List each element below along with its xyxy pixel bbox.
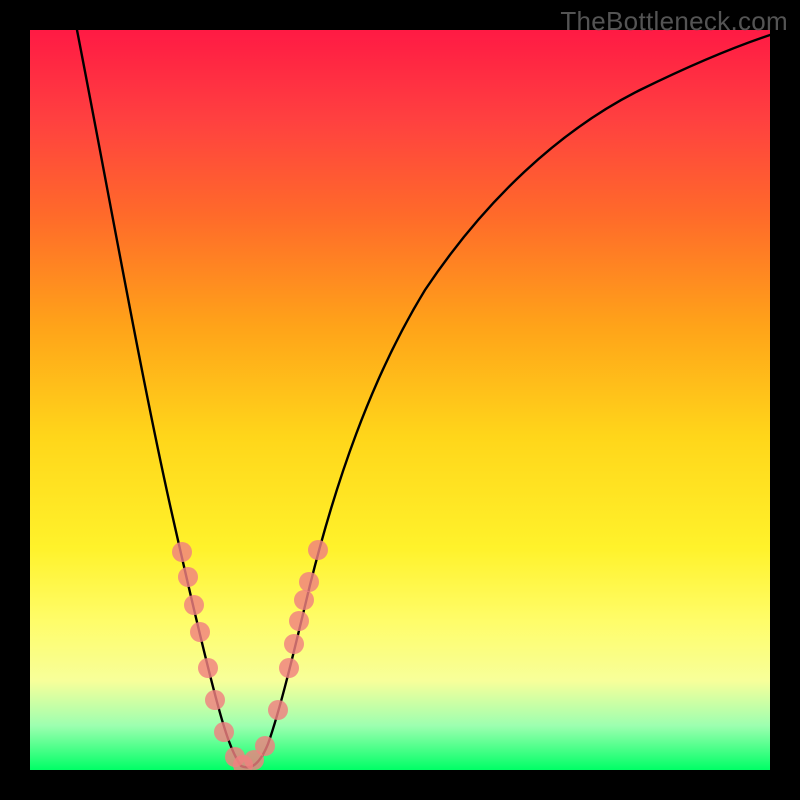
curve-overlay	[30, 30, 770, 770]
watermark-text: TheBottleneck.com	[560, 6, 788, 37]
marker-group	[172, 540, 328, 770]
bottleneck-curve	[77, 30, 770, 767]
plot-area	[30, 30, 770, 770]
bottleneck-chart-frame: TheBottleneck.com	[0, 0, 800, 800]
